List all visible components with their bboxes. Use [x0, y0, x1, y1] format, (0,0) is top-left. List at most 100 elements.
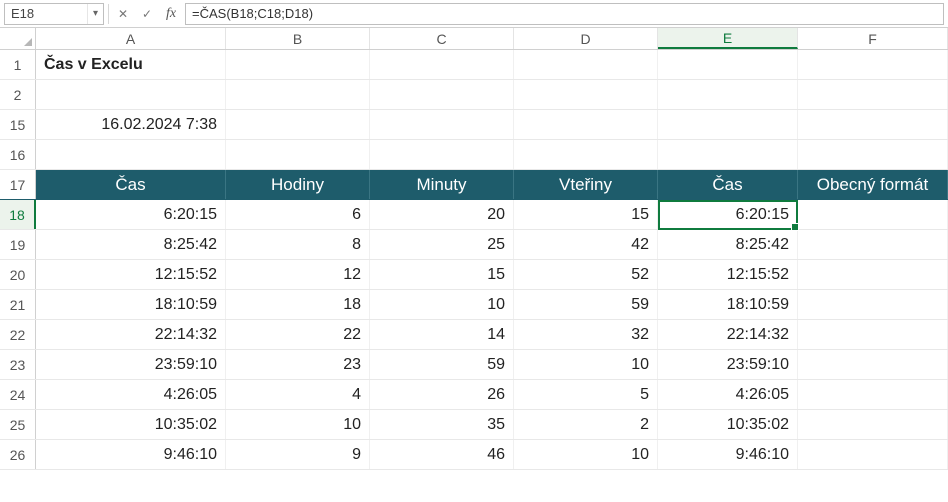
table-header-cas2[interactable]: Čas: [658, 170, 798, 199]
cell[interactable]: 15: [514, 200, 658, 229]
row-header[interactable]: 1: [0, 50, 36, 79]
cell[interactable]: 20: [370, 200, 514, 229]
cell[interactable]: 23:59:10: [36, 350, 226, 379]
row-header[interactable]: 26: [0, 440, 36, 469]
cell[interactable]: 10: [514, 440, 658, 469]
cell[interactable]: [798, 320, 948, 349]
cell[interactable]: [798, 260, 948, 289]
cell[interactable]: [226, 140, 370, 169]
row-header[interactable]: 21: [0, 290, 36, 319]
cell[interactable]: [798, 290, 948, 319]
cell[interactable]: [658, 80, 798, 109]
cell[interactable]: 5: [514, 380, 658, 409]
col-header-D[interactable]: D: [514, 28, 658, 49]
cell[interactable]: 10: [370, 290, 514, 319]
cell[interactable]: 6: [226, 200, 370, 229]
table-header-vteriny[interactable]: Vteřiny: [514, 170, 658, 199]
row-header[interactable]: 15: [0, 110, 36, 139]
title-cell[interactable]: Čas v Excelu: [36, 50, 226, 79]
cell[interactable]: 9:46:10: [658, 440, 798, 469]
cell[interactable]: [370, 140, 514, 169]
cell[interactable]: 18:10:59: [36, 290, 226, 319]
cell[interactable]: 10: [514, 350, 658, 379]
cell[interactable]: 9: [226, 440, 370, 469]
cell[interactable]: 46: [370, 440, 514, 469]
row-header[interactable]: 17: [0, 170, 36, 199]
cell[interactable]: [226, 80, 370, 109]
cell[interactable]: [514, 50, 658, 79]
cell[interactable]: 8:25:42: [658, 230, 798, 259]
cell[interactable]: 12:15:52: [658, 260, 798, 289]
cell[interactable]: [658, 50, 798, 79]
cell[interactable]: [658, 110, 798, 139]
cell[interactable]: 59: [370, 350, 514, 379]
cell[interactable]: [798, 350, 948, 379]
insert-function-button[interactable]: fx: [161, 4, 181, 24]
cell[interactable]: [658, 140, 798, 169]
col-header-C[interactable]: C: [370, 28, 514, 49]
cell[interactable]: [798, 50, 948, 79]
cell[interactable]: [798, 110, 948, 139]
cell[interactable]: 10: [226, 410, 370, 439]
cell[interactable]: 2: [514, 410, 658, 439]
cell[interactable]: [798, 230, 948, 259]
row-header[interactable]: 24: [0, 380, 36, 409]
cell[interactable]: [370, 50, 514, 79]
cell[interactable]: [798, 80, 948, 109]
cell[interactable]: 22:14:32: [658, 320, 798, 349]
row-header[interactable]: 16: [0, 140, 36, 169]
cell[interactable]: 12:15:52: [36, 260, 226, 289]
table-header-obecny[interactable]: Obecný formát: [798, 170, 948, 199]
cell[interactable]: [798, 410, 948, 439]
cell[interactable]: [36, 140, 226, 169]
cell[interactable]: 8:25:42: [36, 230, 226, 259]
table-header-cas[interactable]: Čas: [36, 170, 226, 199]
cell[interactable]: 10:35:02: [36, 410, 226, 439]
row-header[interactable]: 20: [0, 260, 36, 289]
row-header[interactable]: 23: [0, 350, 36, 379]
cell[interactable]: [514, 140, 658, 169]
cell[interactable]: 22:14:32: [36, 320, 226, 349]
cell[interactable]: 25: [370, 230, 514, 259]
row-header[interactable]: 2: [0, 80, 36, 109]
cell[interactable]: [514, 80, 658, 109]
timestamp-cell[interactable]: 16.02.2024 7:38: [36, 110, 226, 139]
col-header-B[interactable]: B: [226, 28, 370, 49]
cell[interactable]: 15: [370, 260, 514, 289]
cell[interactable]: 32: [514, 320, 658, 349]
cell[interactable]: 52: [514, 260, 658, 289]
cell[interactable]: [798, 380, 948, 409]
cell[interactable]: 42: [514, 230, 658, 259]
col-header-F[interactable]: F: [798, 28, 948, 49]
col-header-A[interactable]: A: [36, 28, 226, 49]
select-all-corner[interactable]: [0, 28, 36, 49]
cell[interactable]: 4:26:05: [658, 380, 798, 409]
cell[interactable]: 6:20:15: [36, 200, 226, 229]
cell[interactable]: [370, 80, 514, 109]
name-box-dropdown[interactable]: ▾: [87, 4, 103, 24]
accept-formula-button[interactable]: ✓: [137, 4, 157, 24]
cell[interactable]: 22: [226, 320, 370, 349]
cell[interactable]: [798, 140, 948, 169]
table-header-hodiny[interactable]: Hodiny: [226, 170, 370, 199]
cell[interactable]: 35: [370, 410, 514, 439]
cell[interactable]: 12: [226, 260, 370, 289]
cell[interactable]: 59: [514, 290, 658, 319]
cell[interactable]: 6:20:15: [658, 200, 798, 229]
cell[interactable]: 8: [226, 230, 370, 259]
cell[interactable]: [514, 110, 658, 139]
cell[interactable]: [798, 440, 948, 469]
cell[interactable]: 23: [226, 350, 370, 379]
row-header[interactable]: 19: [0, 230, 36, 259]
table-header-minuty[interactable]: Minuty: [370, 170, 514, 199]
cell[interactable]: 23:59:10: [658, 350, 798, 379]
row-header[interactable]: 18: [0, 200, 36, 229]
cell[interactable]: 26: [370, 380, 514, 409]
cell[interactable]: 18: [226, 290, 370, 319]
cancel-formula-button[interactable]: ✕: [113, 4, 133, 24]
formula-input[interactable]: [185, 3, 944, 25]
row-header[interactable]: 25: [0, 410, 36, 439]
cell[interactable]: 4: [226, 380, 370, 409]
cell[interactable]: [36, 80, 226, 109]
cell[interactable]: 10:35:02: [658, 410, 798, 439]
